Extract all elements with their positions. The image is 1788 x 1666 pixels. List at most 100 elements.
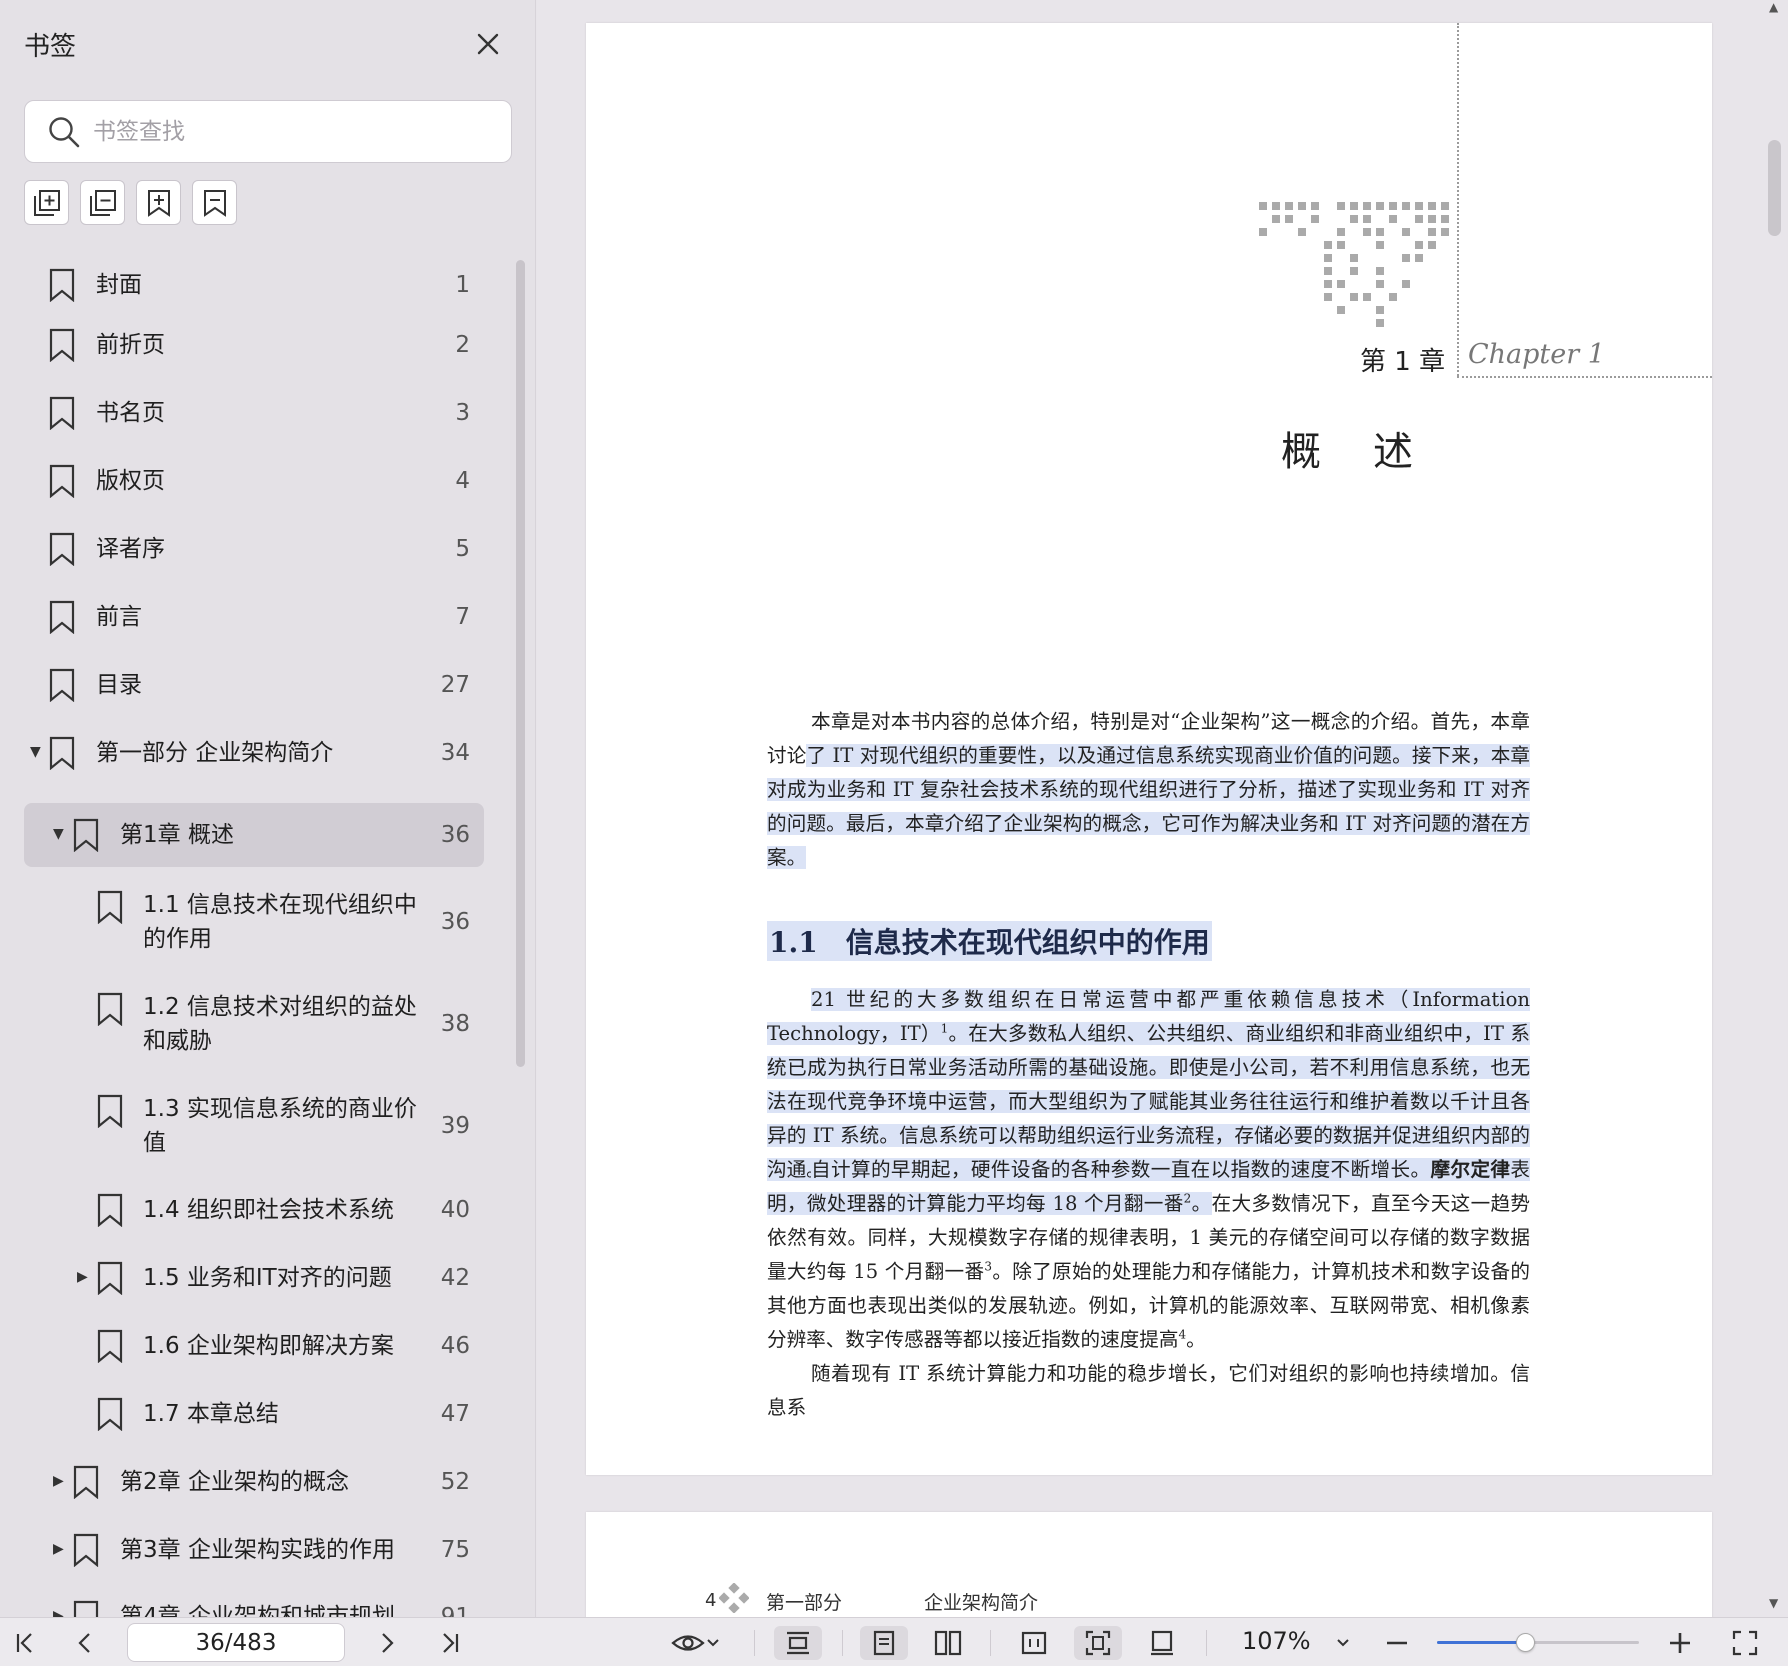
bookmark-label: 1.4 组织即社会技术系统 [143, 1197, 394, 1223]
plus-icon [1670, 1633, 1690, 1653]
bookmark-item[interactable]: ▶ 1.5 业务和IT对齐的问题 42 [24, 1261, 484, 1295]
fit-page-button[interactable] [1074, 1626, 1122, 1660]
bookmark-item[interactable]: 目录 27 [24, 668, 484, 702]
bookmark-icon [97, 1193, 123, 1227]
expand-arrow-icon[interactable]: ▶ [77, 1269, 88, 1285]
rotate-page-button[interactable] [1138, 1626, 1186, 1660]
close-sidebar-button[interactable] [470, 26, 506, 62]
bookmark-label: 封面 [96, 272, 142, 298]
double-page-icon [934, 1630, 962, 1656]
chevron-left-icon [78, 1633, 90, 1653]
single-page-button[interactable] [860, 1626, 908, 1660]
zoom-slider-handle[interactable] [1515, 1633, 1535, 1652]
bookmark-item[interactable]: 版权页 4 [24, 464, 484, 498]
bookmark-icon [49, 268, 75, 302]
pixel-pattern-graphic [1259, 202, 1449, 327]
zoom-dropdown-button[interactable] [1328, 1626, 1358, 1660]
first-page-icon [16, 1633, 32, 1653]
continuous-scroll-button[interactable] [774, 1626, 822, 1660]
chevron-down-icon [1337, 1639, 1349, 1647]
bookmark-item-chapter1[interactable]: ▼ 第1章 概述 36 [24, 803, 484, 867]
expand-arrow-icon[interactable]: ▶ [53, 1473, 64, 1489]
collapse-all-icon [89, 189, 116, 216]
bookmark-label: 1.3 实现信息系统的商业价 [143, 1096, 417, 1122]
zoom-slider[interactable] [1437, 1633, 1639, 1652]
bookmark-icon [49, 328, 75, 362]
fullscreen-button[interactable] [1728, 1626, 1762, 1660]
bookmark-item[interactable]: 1.4 组织即社会技术系统 40 [24, 1193, 484, 1227]
zoom-in-button[interactable] [1663, 1626, 1697, 1660]
bookmark-item[interactable]: 译者序 5 [24, 532, 484, 566]
bookmark-icon [49, 600, 75, 634]
bookmark-label: 1.2 信息技术对组织的益处 [143, 994, 417, 1020]
add-bookmark-button[interactable] [136, 180, 181, 225]
collapse-arrow-icon[interactable]: ▼ [30, 744, 41, 760]
bookmark-item[interactable]: 书名页 3 [24, 396, 484, 430]
bookmark-label: 前折页 [96, 332, 165, 358]
bookmark-item[interactable]: 前言 7 [24, 600, 484, 634]
zoom-level[interactable]: 107% [1242, 1627, 1311, 1655]
section-heading: 1.1 信息技术在现代组织中的作用 [767, 921, 1212, 961]
decorative-border [1457, 376, 1712, 378]
expand-arrow-icon[interactable]: ▶ [53, 1541, 64, 1557]
bookmark-page: 39 [440, 1113, 470, 1139]
bookmark-page: 42 [440, 1265, 470, 1291]
bookmark-item[interactable]: ▶ 第3章 企业架构实践的作用 75 [24, 1533, 484, 1567]
bookmark-item[interactable]: 前折页 2 [24, 328, 484, 362]
selected-text: 了 IT 对现代组织的重要性，以及通过信息系统实现商业价值的问题。接下来，本章对… [767, 744, 1531, 869]
bookmark-item[interactable]: ▶ 第4章 企业架构和城市规划 91 [24, 1600, 484, 1617]
bookmark-page: 2 [455, 332, 470, 358]
bookmark-search-input[interactable] [93, 118, 473, 145]
previous-page-button[interactable] [68, 1626, 102, 1660]
collapse-all-button[interactable] [80, 180, 125, 225]
bookmark-item[interactable]: 1.3 实现信息系统的商业价 值 39 [24, 1092, 484, 1160]
rotate-page-icon [1151, 1630, 1173, 1656]
bookmark-icon [49, 532, 75, 566]
fit-page-icon [1085, 1630, 1111, 1656]
chapter-number: 第 1 章 [1360, 347, 1446, 377]
last-page-button[interactable] [433, 1626, 467, 1660]
bookmark-label-line2: 值 [143, 1130, 166, 1156]
bookmark-label: 1.6 企业架构即解决方案 [143, 1333, 394, 1359]
first-page-button[interactable] [8, 1626, 42, 1660]
expand-arrow-icon[interactable]: ▶ [53, 1608, 64, 1617]
page-number-input[interactable] [127, 1623, 345, 1662]
scroll-down-arrow-icon[interactable]: ▼ [1769, 1596, 1778, 1610]
zoom-slider-fill [1437, 1641, 1526, 1644]
bookmark-item-part1[interactable]: ▼ 第一部分 企业架构简介 34 [24, 736, 484, 770]
bookmark-page: 34 [440, 740, 470, 766]
document-scrollbar[interactable] [1768, 140, 1781, 236]
bookmark-label: 书名页 [96, 400, 165, 426]
bookmark-icon [49, 736, 75, 770]
bookmark-label: 译者序 [96, 536, 165, 562]
bookmark-icon [73, 1533, 99, 1567]
collapse-arrow-icon[interactable]: ▼ [53, 826, 64, 842]
running-header-title: 企业架构简介 [924, 1592, 1039, 1614]
bookmark-label: 第一部分 企业架构简介 [96, 740, 334, 766]
bookmark-item[interactable]: 1.7 本章总结 47 [24, 1397, 484, 1431]
bookmark-icon [97, 1094, 123, 1128]
bookmark-page: 52 [440, 1469, 470, 1495]
paragraph: 随着现有 IT 系统计算能力和功能的稳步增长，它们对组织的影响也持续增加。信息系 [767, 1362, 1530, 1419]
bookmark-item[interactable]: 封面 1 [24, 268, 484, 302]
bookmark-label: 版权页 [96, 468, 165, 494]
sidebar-scrollbar[interactable] [516, 260, 525, 1067]
double-page-button[interactable] [924, 1626, 972, 1660]
bookmark-icon [97, 1261, 123, 1295]
paragraph: 本章是对本书内容的总体介绍，特别是对“企业架构”这一概念的介绍。首先，本章讨论了… [767, 710, 1531, 869]
scroll-up-arrow-icon[interactable]: ▲ [1769, 0, 1778, 14]
bookmark-label: 目录 [96, 672, 142, 698]
expand-all-button[interactable] [24, 180, 69, 225]
bookmark-item[interactable]: ▶ 第2章 企业架构的概念 52 [24, 1465, 484, 1499]
bookmark-item[interactable]: 1.1 信息技术在现代组织中 的作用 36 [24, 888, 484, 956]
eye-icon [671, 1635, 705, 1651]
remove-bookmark-button[interactable] [192, 180, 237, 225]
chapter-script: Chapter 1 [1468, 339, 1605, 370]
bookmark-item[interactable]: 1.6 企业架构即解决方案 46 [24, 1329, 484, 1363]
running-header-part: 第一部分 [766, 1592, 843, 1614]
fit-width-button[interactable] [1010, 1626, 1058, 1660]
view-mode-button[interactable] [666, 1626, 726, 1660]
next-page-button[interactable] [370, 1626, 404, 1660]
bookmark-item[interactable]: 1.2 信息技术对组织的益处 和威胁 38 [24, 990, 484, 1058]
zoom-out-button[interactable] [1380, 1626, 1414, 1660]
